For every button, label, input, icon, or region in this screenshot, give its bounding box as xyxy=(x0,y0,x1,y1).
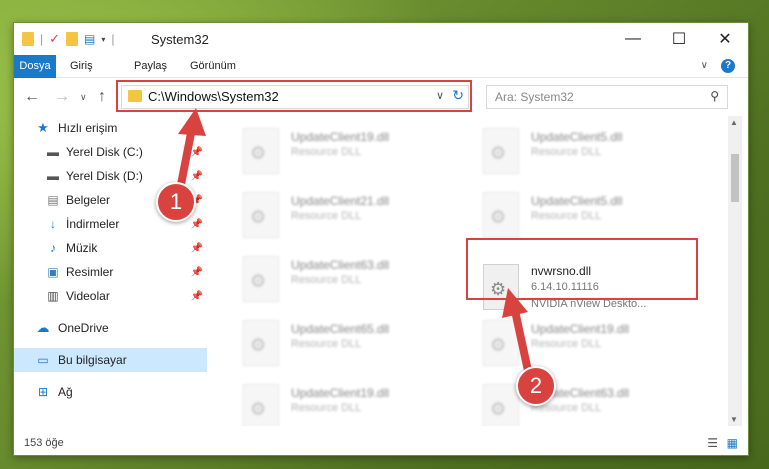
callout-step-1: 1 xyxy=(156,182,196,222)
callout-step-2: 2 xyxy=(516,366,556,406)
arrow-overlay xyxy=(174,108,534,384)
arrow-2-head xyxy=(502,288,528,318)
arrow-1-head xyxy=(178,108,206,136)
